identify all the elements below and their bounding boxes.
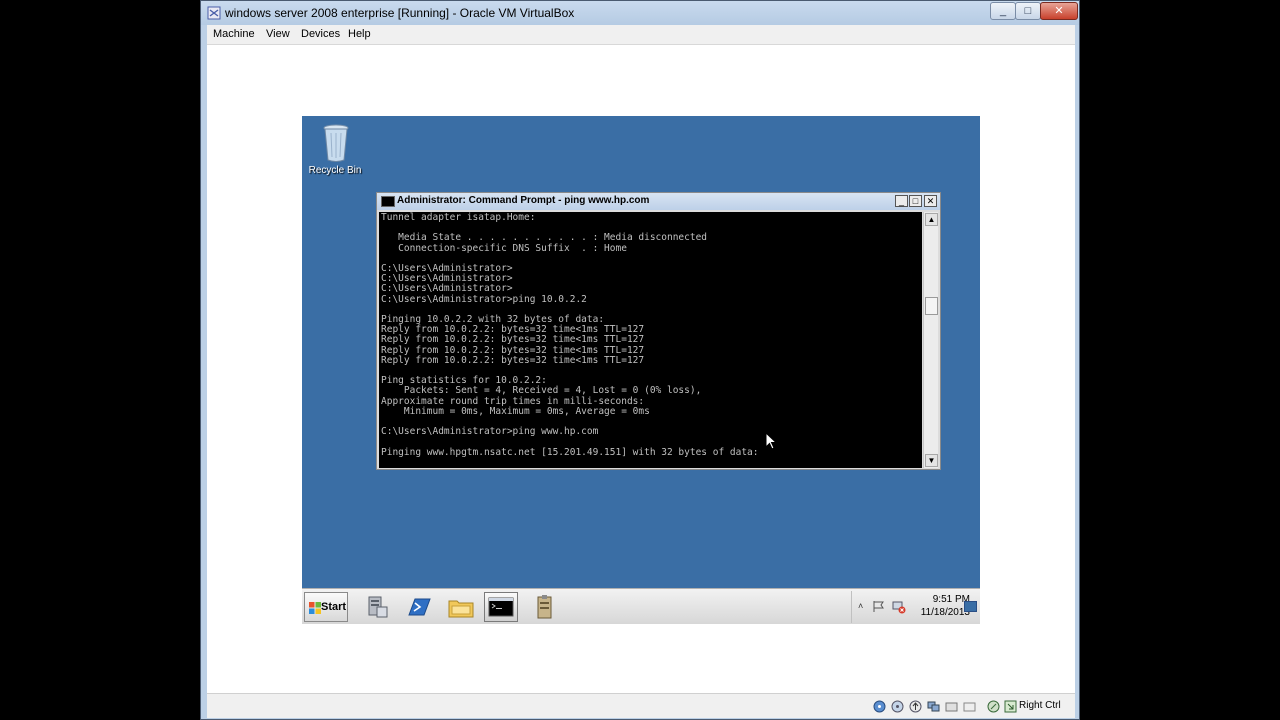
cmd-close-button[interactable]: ✕ xyxy=(924,195,937,207)
console-text: Tunnel adapter isatap.Home: Media State … xyxy=(381,212,759,458)
system-tray: ˄ 9:51 PM 11/18/2013 xyxy=(851,591,978,623)
guest-desktop[interactable]: Recycle Bin Administrator: Command Promp… xyxy=(302,116,980,624)
minimize-button[interactable]: _ xyxy=(990,2,1016,20)
clock-date[interactable]: 11/18/2013 xyxy=(910,607,970,618)
explorer-icon[interactable] xyxy=(444,592,478,622)
recycle-bin-icon xyxy=(323,124,349,162)
scroll-down-arrow-icon[interactable]: ▼ xyxy=(925,454,938,467)
vm-display-area[interactable]: Recycle Bin Administrator: Command Promp… xyxy=(207,45,1075,693)
hard-disk-icon[interactable] xyxy=(873,700,886,713)
console-line: Tunnel adapter isatap.Home: xyxy=(381,212,536,223)
show-hidden-icons-button[interactable]: ˄ xyxy=(858,601,863,611)
cmd-maximize-button[interactable]: □ xyxy=(909,195,922,207)
console-line: C:\Users\Administrator>ping 10.0.2.2 xyxy=(381,293,587,305)
mouse-pointer-icon xyxy=(765,432,777,450)
command-prompt-icon xyxy=(381,196,395,207)
window-title: windows server 2008 enterprise [Running]… xyxy=(225,6,575,20)
host-key-label: Right Ctrl xyxy=(1019,700,1061,711)
close-button[interactable]: ✕ xyxy=(1040,2,1078,20)
network-adapter-icon[interactable] xyxy=(927,700,940,713)
host-key-arrow-icon[interactable] xyxy=(1004,700,1017,713)
mouse-integration-icon[interactable] xyxy=(987,700,1000,713)
console-line: C:\Users\Administrator>ping www.hp.com xyxy=(381,426,599,438)
virtualbox-titlebar[interactable]: windows server 2008 enterprise [Running]… xyxy=(201,1,1079,25)
cmd-title: Administrator: Command Prompt - ping www… xyxy=(397,195,650,206)
cmd-scrollbar[interactable]: ▲ ▼ xyxy=(923,212,938,468)
command-prompt-taskbar-button[interactable] xyxy=(484,592,518,622)
vm-status-bar: Right Ctrl xyxy=(207,693,1075,718)
menu-devices[interactable]: Devices xyxy=(301,28,340,40)
menu-machine[interactable]: Machine xyxy=(213,28,255,40)
virtualbox-app-icon xyxy=(207,6,221,20)
menu-bar: Machine View Devices Help xyxy=(207,25,1075,45)
cmd-minimize-button[interactable]: _ xyxy=(895,195,908,207)
maximize-button[interactable]: □ xyxy=(1015,2,1041,20)
network-disconnected-icon[interactable] xyxy=(892,600,906,614)
menu-help[interactable]: Help xyxy=(348,28,371,40)
virtualbox-window: windows server 2008 enterprise [Running]… xyxy=(200,0,1080,720)
tools-icon[interactable] xyxy=(528,592,562,622)
recycle-bin[interactable]: Recycle Bin xyxy=(308,123,362,183)
scroll-up-arrow-icon[interactable]: ▲ xyxy=(925,213,938,226)
console-line: Reply from 10.0.2.2: bytes=32 time<1ms T… xyxy=(381,354,645,366)
action-center-flag-icon[interactable] xyxy=(872,600,885,613)
shared-folders-icon[interactable] xyxy=(945,700,958,713)
powershell-icon[interactable] xyxy=(402,592,436,622)
video-capture-icon[interactable] xyxy=(963,700,976,713)
command-prompt-window[interactable]: Administrator: Command Prompt - ping www… xyxy=(376,192,941,470)
cmd-titlebar[interactable]: Administrator: Command Prompt - ping www… xyxy=(377,193,940,210)
console-line: Minimum = 0ms, Maximum = 0ms, Average = … xyxy=(381,405,650,417)
windows-logo-icon xyxy=(309,602,321,614)
show-desktop-button[interactable] xyxy=(964,601,977,612)
start-button[interactable]: Start xyxy=(304,592,348,622)
console-line: Connection-specific DNS Suffix . : Home xyxy=(381,242,627,254)
taskbar: Start ˄ 9:51 PM 11/18/2013 xyxy=(302,588,980,624)
optical-drive-icon[interactable] xyxy=(891,700,904,713)
console-output[interactable]: Tunnel adapter isatap.Home: Media State … xyxy=(379,212,922,468)
server-manager-icon[interactable] xyxy=(360,592,394,622)
console-line: Pinging www.hpgtm.nsatc.net [15.201.49.1… xyxy=(381,446,759,458)
usb-icon[interactable] xyxy=(909,700,922,713)
start-label: Start xyxy=(321,601,347,613)
menu-view[interactable]: View xyxy=(266,28,290,40)
scroll-thumb[interactable] xyxy=(925,297,938,315)
recycle-bin-label: Recycle Bin xyxy=(308,165,362,176)
clock-time[interactable]: 9:51 PM xyxy=(910,594,970,605)
